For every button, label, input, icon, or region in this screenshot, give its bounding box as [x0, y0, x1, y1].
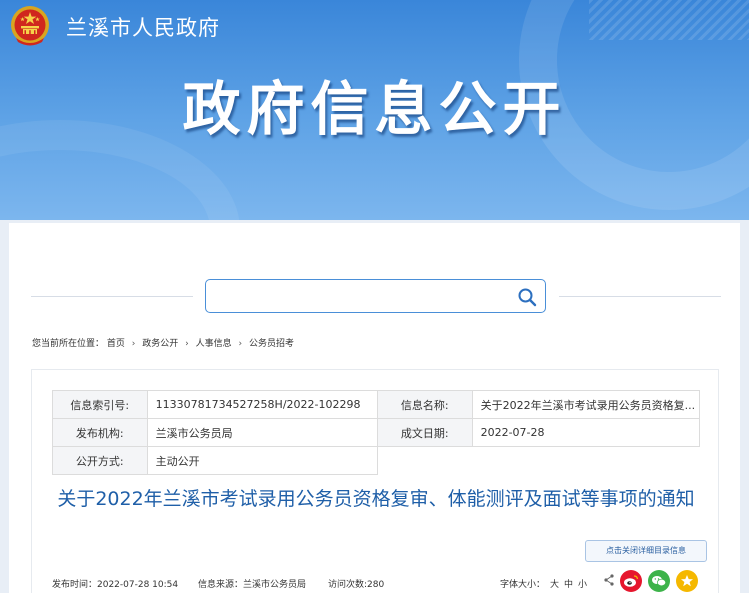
org-value: 兰溪市公务员局 [146, 418, 379, 447]
breadcrumb-item-personnel[interactable]: 人事信息 [196, 336, 232, 349]
name-value: 关于2022年兰溪市考试录用公务员资格复... [471, 390, 701, 419]
index-value: 11330781734527258H/2022-102298 [146, 390, 379, 419]
info-table: 信息索引号: 11330781734527258H/2022-102298 信息… [52, 390, 701, 475]
empty-cell [472, 447, 699, 475]
mode-value: 主动公开 [146, 446, 379, 475]
mode-label: 公开方式: [52, 446, 148, 475]
banner-decoration [589, 0, 749, 40]
breadcrumb-item-recruitment[interactable]: 公务员招考 [249, 336, 294, 349]
index-label: 信息索引号: [52, 390, 148, 419]
font-size-control: 字体大小： 大中小 [500, 577, 587, 590]
article-panel: 信息索引号: 11330781734527258H/2022-102298 信息… [31, 369, 719, 593]
banner-title: 政府信息公开 [182, 75, 567, 143]
search-input[interactable] [212, 285, 508, 307]
main-content: 您当前所在位置： 首页 › 政务公开 › 人事信息 › 公务员招考 信息索引号:… [9, 223, 740, 593]
divider [559, 296, 721, 297]
table-row: 信息索引号: 11330781734527258H/2022-102298 信息… [52, 390, 701, 419]
name-label: 信息名称: [377, 390, 473, 419]
site-name[interactable]: 兰溪市人民政府 [66, 12, 220, 42]
font-size-medium[interactable]: 中 [564, 577, 573, 590]
search-box[interactable] [205, 279, 546, 313]
view-count: 访问次数:280 [328, 580, 385, 590]
publish-time: 发布时间：2022-07-28 10:54 [52, 580, 179, 590]
table-row: 发布机构: 兰溪市公务员局 成文日期: 2022-07-28 [52, 418, 701, 447]
breadcrumb-separator: › [131, 339, 136, 349]
breadcrumb-separator: › [185, 339, 189, 349]
header-banner: 兰溪市人民政府 政府信息公开 [0, 0, 749, 220]
font-size-large[interactable]: 大 [550, 577, 559, 590]
empty-cell [378, 447, 473, 475]
date-label: 成文日期: [377, 418, 473, 447]
date-value: 2022-07-28 [471, 418, 701, 447]
document-title: 关于2022年兰溪市考试录用公务员资格复审、体能测评及面试等事项的通知 [57, 488, 695, 510]
divider [31, 296, 193, 297]
weibo-icon[interactable] [620, 570, 642, 592]
breadcrumb-item-affairs[interactable]: 政务公开 [142, 336, 178, 349]
info-source: 信息来源：兰溪市公务员局 [198, 580, 307, 590]
breadcrumb: 您当前所在位置： 首页 › 政务公开 › 人事信息 › 公务员招考 [32, 336, 294, 349]
breadcrumb-label: 您当前所在位置： [32, 339, 105, 349]
breadcrumb-item-home[interactable]: 首页 [107, 336, 125, 349]
national-emblem-icon[interactable] [8, 4, 52, 48]
close-catalog-button[interactable]: 点击关闭详细目录信息 [585, 540, 707, 562]
font-size-small[interactable]: 小 [578, 577, 587, 590]
org-label: 发布机构: [52, 418, 148, 447]
search-bar [31, 279, 721, 313]
star-icon[interactable] [676, 570, 698, 592]
breadcrumb-separator: › [238, 339, 243, 349]
font-size-label: 字体大小： [500, 580, 546, 590]
search-icon[interactable] [517, 287, 537, 307]
table-row: 公开方式: 主动公开 [52, 446, 700, 475]
share-icon[interactable] [604, 574, 614, 586]
wechat-icon[interactable] [648, 570, 670, 592]
article-info-bar: 发布时间：2022-07-28 10:54 信息来源：兰溪市公务员局 访问次数:… [52, 570, 700, 593]
